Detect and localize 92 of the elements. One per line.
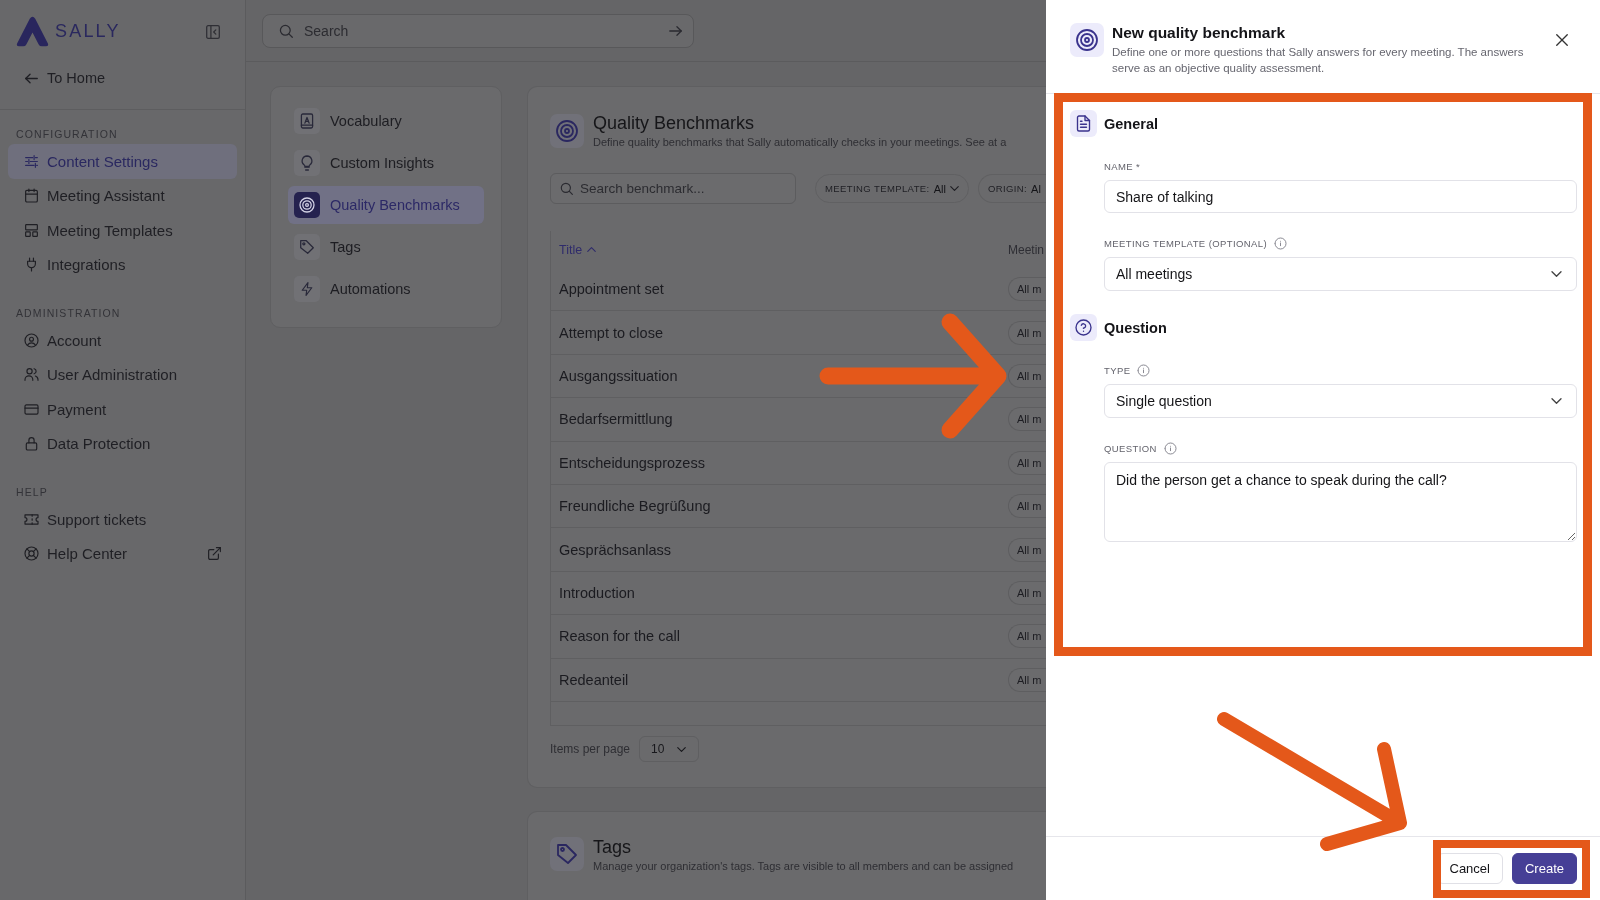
filter-dropdown[interactable]: MEETING TEMPLATE: All (815, 174, 969, 203)
text-input[interactable]: Share of talking (1104, 180, 1577, 213)
section-title: Quality Benchmarks (593, 113, 755, 133)
search-field[interactable]: Search (262, 13, 694, 48)
chevron-down-icon (677, 746, 687, 752)
chevron-down-icon (949, 186, 959, 191)
user-circle-icon (25, 333, 38, 347)
table-cell-text: Freundliche Begrüßung (558, 498, 711, 515)
column-header[interactable]: Title (551, 242, 597, 257)
menu-item[interactable]: Vocabulary (288, 102, 484, 140)
field-label: TYPE (1104, 364, 1131, 376)
template-chip: All m (1008, 450, 1046, 475)
nav-item[interactable]: Data Protection (8, 426, 237, 461)
nav-item[interactable]: Help Center (8, 536, 237, 571)
lightbulb-icon (294, 150, 320, 176)
page-size-select[interactable]: 10 (639, 736, 700, 762)
table-cell-text: Redeanteil (558, 671, 629, 688)
close-button[interactable] (1554, 32, 1570, 48)
lock-icon (25, 437, 38, 451)
sliders-icon (25, 154, 38, 168)
select-field[interactable]: All meetings (1104, 257, 1577, 291)
chevron-down-icon (1551, 398, 1562, 404)
table-cell-text: Introduction (558, 584, 635, 601)
credit-card-icon (25, 402, 38, 416)
menu-item[interactable]: Quality Benchmarks (288, 186, 484, 224)
template-chip: All m (1008, 537, 1046, 562)
form-section-title: Question (1104, 319, 1167, 336)
table-cell-text: Appointment set (558, 281, 664, 298)
nav-item[interactable]: Content Settings (8, 144, 237, 179)
primary-button[interactable]: Create (1511, 853, 1577, 884)
arrow-right-icon (669, 25, 682, 36)
menu-item[interactable]: Custom Insights (288, 144, 484, 182)
template-chip: All m (1008, 624, 1046, 649)
back-link[interactable]: To Home (0, 61, 106, 95)
nav-item[interactable]: Support tickets (8, 502, 237, 537)
table-cell-text: Gesprächsanlass (558, 541, 672, 558)
search-field[interactable]: Search benchmark... (550, 173, 796, 204)
column-header[interactable]: Meetin (1008, 242, 1045, 257)
pagination-label: Items per page (550, 742, 631, 756)
chevron-down-icon (1551, 271, 1562, 277)
users-icon (25, 368, 38, 382)
field-label: QUESTION (1104, 442, 1157, 454)
template-chip: All m (1008, 277, 1046, 302)
tag-icon (294, 234, 320, 260)
filter-dropdown[interactable]: ORIGIN: Al (977, 174, 1046, 203)
nav-item[interactable]: Payment (8, 392, 237, 427)
nav-item[interactable]: Meeting Templates (8, 213, 237, 248)
target-icon (550, 114, 584, 148)
nav-item[interactable]: Account (8, 323, 237, 358)
search-icon (279, 23, 293, 38)
target-icon (294, 192, 320, 218)
form-section-title: General (1104, 115, 1158, 132)
layout-icon (25, 223, 38, 237)
template-chip: All m (1008, 667, 1046, 692)
close-icon (1556, 34, 1568, 46)
logo-icon (16, 16, 49, 47)
question-icon (1070, 314, 1097, 341)
menu-item[interactable]: Tags (288, 228, 484, 266)
calendar-icon (25, 189, 38, 203)
brand-name: SALLY (55, 21, 121, 42)
arrow-left-icon (25, 71, 38, 85)
plug-icon (25, 258, 38, 272)
lightning-icon (294, 276, 320, 302)
field-label: NAME * (1104, 160, 1141, 172)
book-icon (294, 108, 320, 134)
tag-icon (550, 837, 584, 871)
table-cell-text: Reason for the call (558, 628, 680, 645)
document-icon (1070, 110, 1097, 137)
table-cell-text: Entscheidungsprozess (558, 454, 705, 471)
nav-item[interactable]: Meeting Assistant (8, 178, 237, 213)
ticket-icon (25, 512, 38, 526)
table-cell-text: Attempt to close (558, 324, 663, 341)
table-cell-text: Bedarfsermittlung (558, 411, 673, 428)
field-label: MEETING TEMPLATE (OPTIONAL) (1104, 237, 1267, 249)
panel-description: Define one or more questions that Sally answers for every meeting. The answers serve as an objective quality assessment. (1112, 45, 1525, 76)
nav-item[interactable]: User Administration (8, 357, 237, 392)
template-chip: All m (1008, 407, 1046, 432)
template-chip: All m (1008, 580, 1046, 605)
select-field[interactable]: Single question (1104, 384, 1577, 418)
nav-item[interactable]: Integrations (8, 247, 237, 282)
section-title: Tags (593, 837, 632, 857)
menu-item[interactable]: Automations (288, 270, 484, 308)
lifebuoy-icon (25, 547, 38, 561)
panel-title: New quality benchmark (1112, 23, 1286, 43)
template-chip: All m (1008, 494, 1046, 519)
text-area[interactable]: Did the person get a chance to speak during the call? (1104, 462, 1577, 542)
template-chip: All m (1008, 320, 1046, 345)
template-chip: All m (1008, 363, 1046, 388)
target-icon (1070, 23, 1104, 57)
sidebar-toggle-icon[interactable] (206, 24, 220, 39)
table-cell-text: Ausgangssituation (558, 367, 678, 384)
search-icon (560, 182, 573, 195)
